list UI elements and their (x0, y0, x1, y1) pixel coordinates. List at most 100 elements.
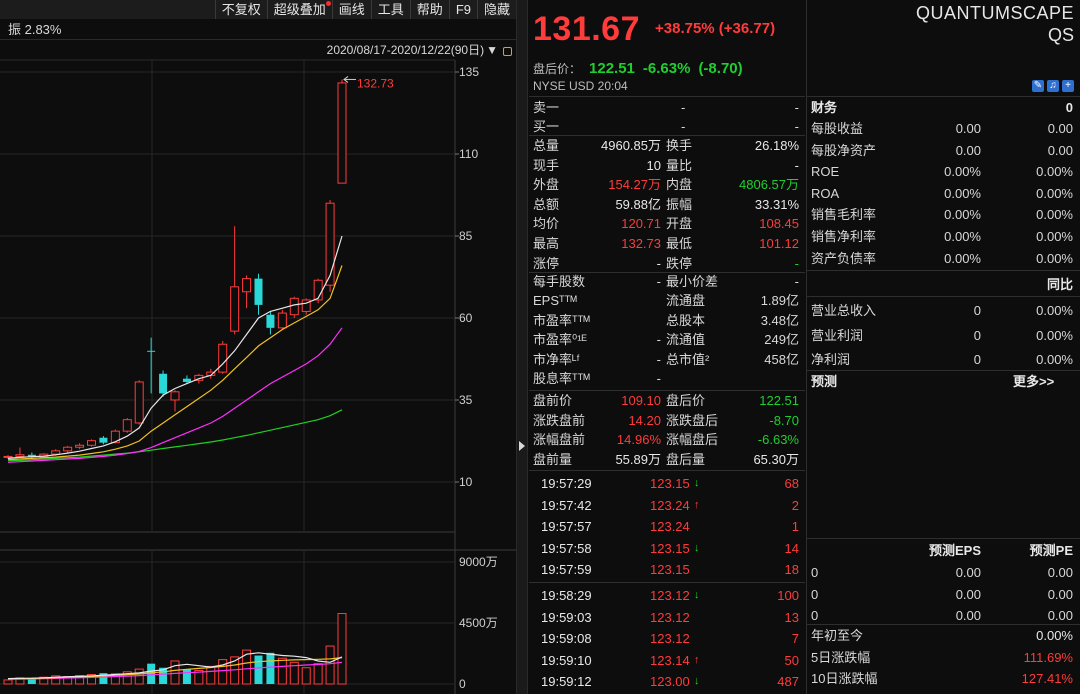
trade-tick-row[interactable]: 19:58:29 123.12 ↓ 100 (529, 586, 805, 605)
performance-value: 111.69% (1023, 649, 1073, 665)
candle-body (147, 350, 156, 352)
after-hours-row: 盘后价： 122.51 -6.63% (-8.70) (533, 60, 743, 77)
toolbar-button-label: F9 (455, 2, 471, 17)
lock-icon[interactable] (503, 46, 512, 56)
dropdown-triangle-icon[interactable]: ▼ (486, 41, 498, 59)
tick-price: 123.12 (650, 631, 690, 647)
forecast-label: 预测 (811, 374, 838, 389)
tick-volume: 13 (784, 609, 799, 625)
toolbar-button-label: 工具 (377, 2, 404, 17)
trade-tick-row[interactable]: 19:57:29 123.15 ↓ 68 (529, 474, 805, 493)
price-tick-label: 35 (459, 393, 473, 407)
growth-row-label: 营业总收入 (811, 303, 877, 318)
finance-row-value: 0.00% (1036, 250, 1073, 266)
ext-label: 涨跌盘前 (533, 412, 586, 428)
trade-tick-row[interactable]: 19:59:10 123.14 ↑ 50 (529, 651, 805, 670)
panel-divider[interactable] (516, 0, 528, 694)
toolbar-button-4[interactable]: 帮助 (409, 0, 449, 19)
chart-panel[interactable]: 135 110 85 60 35 10 9000万 4500万 0 132.73 不复权 超级叠加画… (0, 0, 516, 694)
quote-stat-row: 均价 120.71 开盘 108.45 (529, 214, 805, 233)
divider-line (529, 582, 805, 583)
candle-body (75, 444, 85, 448)
forecast-pe-header: 预测PE (1029, 543, 1073, 558)
toolbar-button-3[interactable]: 工具 (370, 0, 410, 19)
stat-value: 4806.57万 (739, 177, 799, 193)
trade-tick-row[interactable]: 19:57:42 123.24 ↑ 2 (529, 496, 805, 515)
stat-value: - (794, 157, 799, 173)
trade-tick-row[interactable]: 19:59:08 123.12 7 (529, 629, 805, 648)
candle-body (254, 278, 263, 305)
ext-value: 109.10 (621, 393, 661, 408)
tick-time: 19:57:42 (541, 497, 592, 513)
candle-body (15, 454, 25, 457)
forecast-row-pe: 0.00 (1047, 565, 1073, 580)
arrow-down-icon: ↓ (694, 675, 700, 688)
trade-tick-row[interactable]: 19:59:12 123.00 ↓ 487 (529, 672, 805, 691)
candle-body (337, 82, 347, 184)
toolbar-button-0[interactable]: 不复权 (214, 0, 267, 19)
divider-line (807, 270, 1080, 271)
finance-row-value: 0.00% (1036, 229, 1073, 244)
tick-volume: 2 (791, 497, 799, 513)
candle-body (289, 297, 299, 316)
performance-label: 5日涨跌幅 (811, 649, 871, 665)
high-price-label: 132.73 (357, 76, 394, 90)
alert-bell-icon[interactable]: ♫ (1047, 80, 1059, 92)
trade-tick-row[interactable]: 19:57:58 123.15 ↓ 14 (529, 539, 805, 558)
tick-time: 19:57:58 (541, 540, 592, 556)
exchange-info: NYSE USD 20:04 (533, 79, 628, 93)
finance-row-value: 0.00 (1047, 121, 1073, 136)
trade-tick-row[interactable]: 19:57:57 123.24 1 (529, 517, 805, 536)
ext-value: 55.89万 (615, 451, 661, 467)
info-label: EPSᵀᵀᴹ (533, 293, 577, 309)
candle-body (182, 378, 191, 382)
finance-row-label: 资产负债率 (811, 250, 877, 266)
stat-value: 101.12 (759, 236, 799, 251)
stat-label: 换手 (666, 138, 693, 153)
stat-value: 4960.85万 (601, 138, 661, 153)
stat-value: 33.31% (754, 196, 799, 212)
candle-body (87, 440, 96, 446)
stat-label: 开盘 (666, 216, 693, 232)
stat-label: 内盘 (666, 177, 693, 193)
performance-value: 127.41% (1021, 671, 1073, 687)
notification-dot-icon (325, 1, 331, 6)
after-hours-label: 盘后价： (533, 62, 582, 76)
volume-bar (182, 669, 191, 684)
date-range-selector[interactable]: 2020/08/17-2020/12/22(90日) ▼ (327, 41, 516, 59)
ext-label: 涨幅盘前 (533, 432, 586, 448)
trade-tick-row[interactable]: 19:57:59 123.15 18 (529, 560, 805, 579)
toolbar-button-1[interactable]: 超级叠加 (266, 0, 332, 19)
info-label: 流通盘 (666, 293, 706, 309)
divider-line (529, 96, 805, 97)
toolbar-button-label: 帮助 (416, 2, 443, 17)
finance-row-label: ROA (811, 185, 840, 201)
finance-row: ROE 0.00% 0.00% (807, 161, 1080, 182)
order-book-label: 卖一 (533, 100, 560, 115)
volume-bar (325, 645, 335, 685)
volume-tick-label: 0 (459, 677, 466, 691)
info-label: 市盈率ᵀᵀᴹ (533, 312, 590, 328)
finance-row-value: 0.00 (1047, 142, 1073, 158)
trade-tick-row[interactable]: 19:59:03 123.12 13 (529, 608, 805, 627)
more-link[interactable]: 更多>> (1013, 371, 1054, 392)
performance-label: 10日涨跌幅 (811, 671, 878, 687)
finance-row-value: 0.00% (1036, 185, 1073, 201)
tick-volume: 100 (777, 588, 799, 603)
forecast-row-eps: 0.00 (955, 586, 981, 602)
kline-chart[interactable]: 135 110 85 60 35 10 9000万 4500万 0 132.73 (0, 0, 516, 694)
collapse-arrow-icon[interactable] (519, 441, 525, 451)
toolbar-button-2[interactable]: 画线 (331, 0, 371, 19)
candle-body (170, 391, 180, 401)
finance-row-value: 0.00% (944, 250, 981, 266)
volume-tick-label: 4500万 (459, 616, 498, 630)
quote-panel: 131.67 +38.75% (+36.77) 盘后价： 122.51 -6.6… (529, 0, 805, 694)
add-icon[interactable]: + (1062, 80, 1074, 92)
edit-icon[interactable]: ✎ (1032, 80, 1044, 92)
price-tick-label: 85 (459, 229, 473, 243)
order-book-label: 买一 (533, 119, 560, 134)
toolbar-button-6[interactable]: 隐藏 (476, 0, 516, 19)
toolbar-button-5[interactable]: F9 (448, 0, 477, 19)
performance-row: 年初至今 0.00% (807, 625, 1080, 646)
ext-value: -8.70 (769, 412, 799, 428)
